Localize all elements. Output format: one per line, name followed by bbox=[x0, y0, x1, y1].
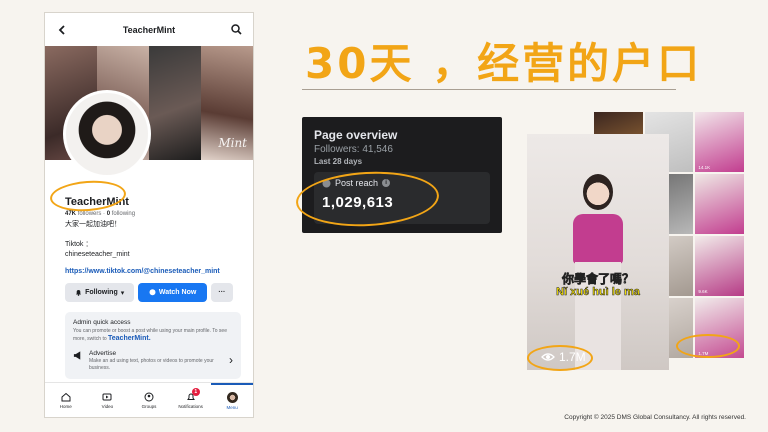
figure-head bbox=[583, 174, 613, 210]
tab-label: Groups bbox=[141, 403, 157, 409]
tab-video[interactable]: Video bbox=[87, 383, 129, 417]
video-caption-pinyin: Nǐ xué huì le ma bbox=[556, 286, 640, 299]
tab-label: Video bbox=[101, 403, 114, 409]
messenger-icon bbox=[149, 289, 156, 296]
admin-quick-access-card: Admin quick access You can promote or bo… bbox=[65, 312, 241, 379]
megaphone-icon bbox=[73, 351, 81, 360]
grid-views-highlight-ring bbox=[676, 334, 740, 358]
avatar-photo bbox=[66, 93, 148, 175]
following-button-label: Following bbox=[85, 289, 118, 296]
chevron-down-icon: ▾ bbox=[120, 289, 125, 297]
home-icon bbox=[61, 392, 71, 401]
profile-avatar[interactable] bbox=[63, 90, 151, 178]
bell-follow-icon bbox=[76, 290, 82, 296]
figure-top bbox=[573, 214, 623, 264]
video-thumbnail[interactable]: 14.1K bbox=[695, 112, 744, 172]
profile-link[interactable]: https://www.tiktok.com/@chineseteacher_m… bbox=[65, 268, 233, 275]
copyright-notice: Copyright © 2025 DMS Global Consultancy.… bbox=[564, 414, 746, 421]
groups-icon bbox=[144, 392, 154, 401]
tab-groups[interactable]: Groups bbox=[128, 383, 170, 417]
advertise-text-block: Advertise Make an ad using text, photos … bbox=[89, 350, 223, 372]
profile-top-bar: TeacherMint bbox=[45, 13, 253, 46]
tab-menu[interactable]: Menu bbox=[211, 383, 253, 417]
search-icon[interactable] bbox=[229, 23, 243, 37]
video-caption-chinese: 你學會了嗎？ bbox=[561, 272, 635, 287]
back-arrow-icon[interactable] bbox=[55, 23, 69, 37]
slide-headline: 30天 ，经营的户口 bbox=[305, 39, 703, 88]
notification-badge: 1 bbox=[191, 388, 200, 396]
cover-photo-tile bbox=[149, 46, 201, 160]
tab-notifications[interactable]: 1 Notifications bbox=[170, 383, 212, 417]
following-count[interactable]: 0 bbox=[107, 211, 110, 217]
tiktok-handle: chineseteacher_mint bbox=[65, 251, 130, 258]
headline-divider bbox=[302, 89, 676, 90]
chevron-right-icon: › bbox=[229, 353, 233, 367]
overview-followers: Followers: 41,546 bbox=[314, 144, 393, 155]
following-label[interactable]: following bbox=[112, 211, 135, 217]
bottom-tab-bar: Home Video Groups 1 Notifications Menu bbox=[45, 382, 253, 417]
advertise-description: Make an ad using text, photos or videos … bbox=[89, 358, 214, 371]
thumbnail-views: 9.6K bbox=[698, 289, 708, 294]
advertise-row[interactable]: Advertise Make an ad using text, photos … bbox=[73, 350, 233, 372]
following-button[interactable]: Following ▾ bbox=[65, 283, 135, 302]
profile-tiktok: Tiktok ： chineseteacher_mint bbox=[65, 240, 233, 260]
profile-actions: Following ▾ Watch Now ··· bbox=[65, 283, 233, 302]
thumbnail-views: 14.1K bbox=[698, 165, 711, 170]
video-views-highlight-ring bbox=[527, 345, 593, 371]
watch-now-button[interactable]: Watch Now bbox=[138, 283, 207, 302]
profile-phone-screen: TeacherMint Mint TeacherMint 47K followe… bbox=[44, 12, 254, 418]
cover-signature: Mint bbox=[218, 136, 247, 150]
tab-label: Menu bbox=[226, 405, 238, 410]
followers-label[interactable]: followers bbox=[78, 211, 102, 217]
video-thumbnail[interactable]: 9.6K bbox=[695, 236, 744, 296]
switch-profile-link[interactable]: TeacherMint. bbox=[108, 335, 151, 342]
followers-count[interactable]: 47K bbox=[65, 211, 76, 217]
profile-stats: 47K followers · 0 following bbox=[65, 211, 233, 217]
overview-title: Page overview bbox=[314, 128, 398, 142]
tab-label: Notifications bbox=[178, 403, 203, 409]
advertise-title: Advertise bbox=[89, 350, 117, 357]
avatar-icon bbox=[226, 392, 238, 403]
tab-home[interactable]: Home bbox=[45, 383, 87, 417]
video-icon bbox=[102, 393, 112, 400]
tiktok-label: Tiktok ： bbox=[65, 241, 93, 248]
profile-bio: 大家一起加油吧！ bbox=[65, 221, 121, 228]
overview-date-range: Last 28 days bbox=[314, 157, 363, 166]
featured-video-thumbnail[interactable]: 你學會了嗎？ Nǐ xué huì le ma 1.7M bbox=[527, 134, 669, 370]
video-thumbnail[interactable] bbox=[695, 174, 744, 234]
quick-access-heading: Admin quick access bbox=[73, 319, 131, 326]
profile-title: TeacherMint bbox=[122, 24, 176, 35]
more-options-button[interactable]: ··· bbox=[210, 283, 233, 302]
watch-now-label: Watch Now bbox=[158, 289, 197, 296]
tab-label: Home bbox=[59, 403, 72, 409]
